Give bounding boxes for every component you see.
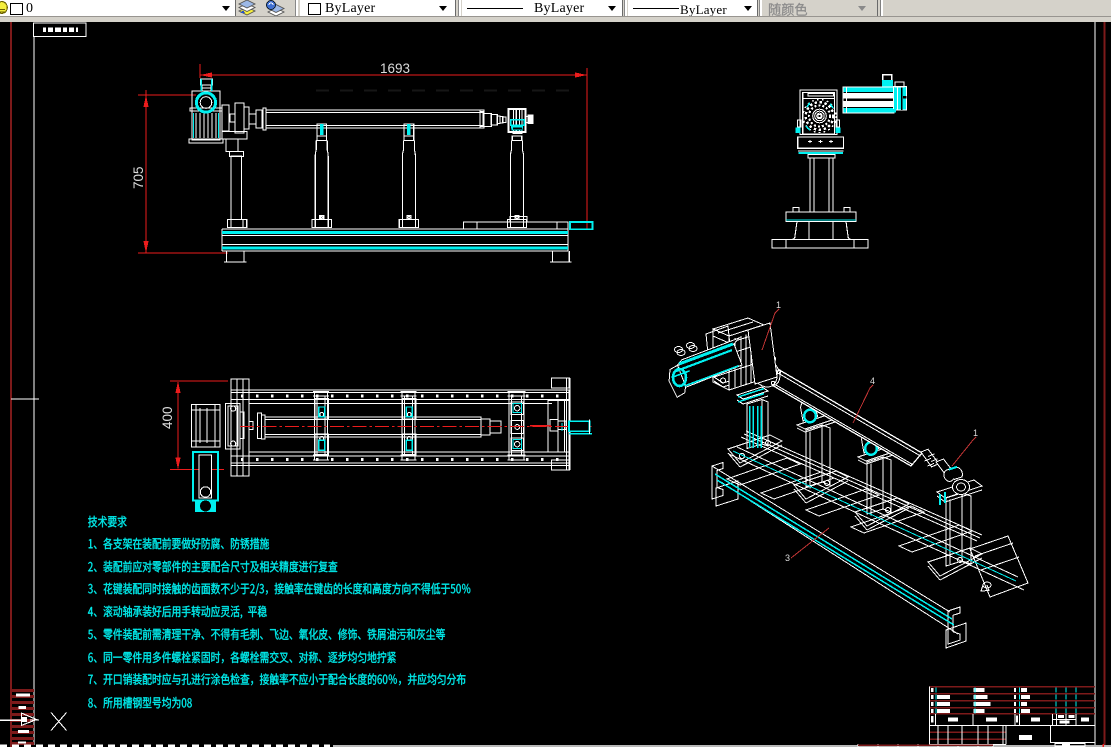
svg-text:1: 1 bbox=[973, 428, 978, 438]
svg-text:1693: 1693 bbox=[380, 61, 410, 76]
svg-text:400: 400 bbox=[160, 406, 175, 429]
svg-text:705: 705 bbox=[131, 166, 146, 189]
svg-text:3: 3 bbox=[785, 553, 790, 563]
svg-text:4: 4 bbox=[870, 376, 875, 386]
svg-text:1: 1 bbox=[776, 300, 781, 310]
